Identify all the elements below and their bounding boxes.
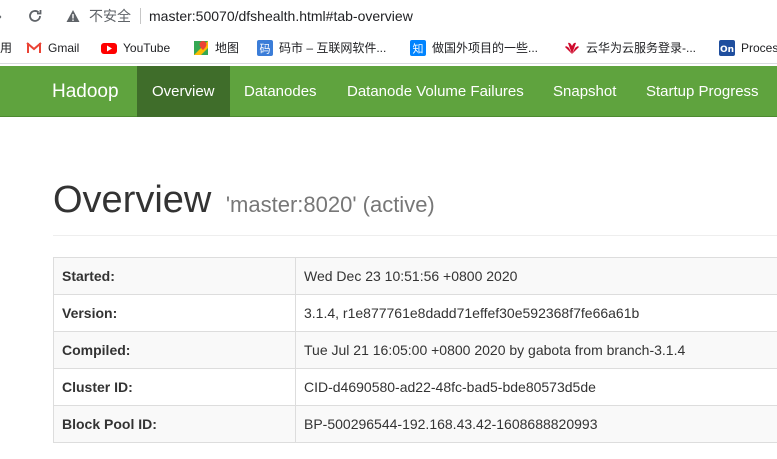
on-icon: On bbox=[719, 40, 735, 56]
warning-icon[interactable] bbox=[66, 9, 80, 23]
namenode-host-status: 'master:8020' (active) bbox=[225, 192, 435, 217]
bookmark-label: 码市 – 互联网软件... bbox=[279, 41, 387, 55]
address-bar: › 不安全 master:50070/dfshealth.html#tab-ov… bbox=[0, 0, 777, 32]
bookmarks-bar: 用 Gmail YouTube 地图 码 码市 – 互联网软件... 知 做国外… bbox=[0, 32, 777, 64]
bookmark-apps[interactable]: 用 bbox=[0, 39, 12, 57]
overview-table: Started: Wed Dec 23 10:51:56 +0800 2020 … bbox=[53, 257, 777, 443]
row-value-version: 3.1.4, r1e877761e8dadd71effef30e592368f7… bbox=[295, 294, 777, 332]
bookmark-label: YouTube bbox=[123, 41, 171, 55]
bookmark-zhihu[interactable]: 知 做国外项目的一些... bbox=[410, 39, 538, 57]
page-title: Overview bbox=[53, 179, 212, 221]
table-row: Started: Wed Dec 23 10:51:56 +0800 2020 bbox=[53, 257, 777, 295]
table-row: Version: 3.1.4, r1e877761e8dadd71effef30… bbox=[53, 294, 777, 332]
bookmark-gmail[interactable]: Gmail bbox=[26, 39, 79, 57]
maps-icon bbox=[193, 40, 209, 56]
hadoop-navbar: Hadoop Overview Datanodes Datanode Volum… bbox=[0, 66, 777, 117]
row-value-block-pool-id: BP-500296544-192.168.43.42-1608688820993 bbox=[295, 405, 777, 443]
row-key-version: Version: bbox=[53, 294, 296, 332]
page-header: Overview 'master:8020' (active) bbox=[53, 178, 435, 222]
zhihu-icon: 知 bbox=[410, 40, 426, 56]
svg-text:知: 知 bbox=[413, 42, 424, 56]
row-key-started: Started: bbox=[53, 257, 296, 295]
apps-label: 用 bbox=[0, 41, 13, 55]
bookmark-mashi[interactable]: 码 码市 – 互联网软件... bbox=[257, 39, 386, 57]
url-input[interactable]: master:50070/dfshealth.html#tab-overview bbox=[149, 7, 413, 25]
bookmark-label: Gmail bbox=[48, 41, 80, 55]
reload-icon[interactable] bbox=[26, 6, 44, 26]
table-row: Compiled: Tue Jul 21 16:05:00 +0800 2020… bbox=[53, 331, 777, 369]
row-value-cluster-id: CID-d4690580-ad22-48fc-bad5-bde80573d5de bbox=[295, 368, 777, 406]
row-key-compiled: Compiled: bbox=[53, 331, 296, 369]
svg-text:On: On bbox=[720, 45, 734, 55]
youtube-icon bbox=[101, 40, 117, 56]
bookmark-process[interactable]: On Proces bbox=[719, 39, 777, 57]
brand-logo[interactable]: Hadoop bbox=[52, 80, 119, 104]
row-value-started: Wed Dec 23 10:51:56 +0800 2020 bbox=[295, 257, 777, 295]
tab-startup-progress[interactable]: Startup Progress bbox=[631, 66, 774, 117]
tab-overview[interactable]: Overview bbox=[137, 66, 230, 117]
bookmark-label: 做国外项目的一些... bbox=[432, 41, 539, 55]
huawei-icon bbox=[564, 40, 580, 56]
svg-text:码: 码 bbox=[260, 43, 271, 56]
bookmark-youtube[interactable]: YouTube bbox=[101, 39, 170, 57]
gmail-icon bbox=[26, 40, 42, 56]
table-row: Block Pool ID: BP-500296544-192.168.43.4… bbox=[53, 405, 777, 443]
bookmark-label: Proces bbox=[741, 41, 777, 55]
tab-datanodes[interactable]: Datanodes bbox=[229, 66, 332, 117]
table-row: Cluster ID: CID-d4690580-ad22-48fc-bad5-… bbox=[53, 368, 777, 406]
tab-datanode-volume-failures[interactable]: Datanode Volume Failures bbox=[332, 66, 539, 117]
row-key-block-pool-id: Block Pool ID: bbox=[53, 405, 296, 443]
tab-snapshot[interactable]: Snapshot bbox=[538, 66, 631, 117]
bookmark-label: 云华为云服务登录-... bbox=[586, 41, 696, 55]
mashi-icon: 码 bbox=[257, 40, 273, 56]
row-value-compiled: Tue Jul 21 16:05:00 +0800 2020 by gabota… bbox=[295, 331, 777, 369]
row-key-cluster-id: Cluster ID: bbox=[53, 368, 296, 406]
forward-arrow-icon[interactable]: › bbox=[0, 6, 10, 26]
bookmark-huawei[interactable]: 云华为云服务登录-... bbox=[564, 39, 696, 57]
security-status[interactable]: 不安全 bbox=[89, 7, 131, 25]
bookmark-label: 地图 bbox=[215, 41, 240, 55]
bookmark-maps[interactable]: 地图 bbox=[193, 39, 239, 57]
divider bbox=[53, 235, 777, 236]
divider bbox=[140, 8, 141, 24]
